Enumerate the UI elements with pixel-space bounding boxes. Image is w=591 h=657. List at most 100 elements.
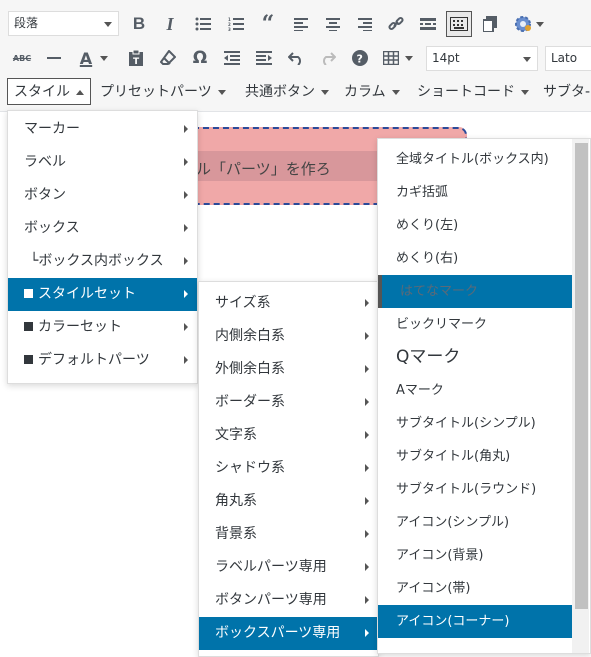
special-character-icon[interactable]: Ω [188, 46, 212, 70]
align-center-icon[interactable] [321, 12, 345, 36]
menu-item-shadow[interactable]: シャドウ系 [199, 452, 378, 485]
menu-item-label-parts[interactable]: ラベル [8, 146, 197, 179]
align-left-icon[interactable] [289, 12, 313, 36]
menu-item-button[interactable]: ボタン [8, 179, 197, 212]
menu-item-label: アイコン(帯) [396, 581, 471, 596]
chevron-down-icon [405, 55, 413, 61]
outdent-icon[interactable] [220, 46, 244, 70]
menu-item-padding[interactable]: 内側余白系 [199, 320, 378, 353]
menu-item-label: サブタイトル(シンプル) [396, 416, 536, 431]
menubar-common-buttons[interactable]: 共通ボタン [245, 79, 329, 105]
menu-item-label: アイコン(背景) [396, 548, 484, 563]
menu-item-box-only[interactable]: ボックスパーツ専用 [199, 617, 378, 650]
menu-item-subtitle-simple[interactable]: サブタイトル(シンプル) [378, 407, 572, 440]
menu-item-label: ボックスパーツ専用 [215, 625, 341, 641]
menu-item-label: ビックリマーク [396, 317, 488, 332]
menu-item-label: ラベルパーツ専用 [215, 559, 327, 575]
menu-item-mekuri-right[interactable]: めくり(右) [378, 242, 572, 275]
undo-icon[interactable] [284, 46, 308, 70]
style-menu: マーカー ラベル ボタン ボックス └ボックス内ボックス スタイルセット カラー… [7, 110, 198, 384]
menu-item-label: Qマーク [396, 347, 461, 367]
menu-item-label: めくり(左) [396, 218, 459, 233]
menu-item-box-in-box[interactable]: └ボックス内ボックス [8, 245, 197, 278]
menu-item-style-set[interactable]: スタイルセット [8, 278, 197, 311]
format-select[interactable]: 段落 [8, 11, 119, 36]
clear-formatting-icon[interactable] [156, 46, 180, 70]
menubar-shortcodes[interactable]: ショートコード [417, 79, 529, 105]
chevron-down-icon [521, 89, 529, 95]
menu-item-label: サイズ系 [215, 295, 271, 311]
table-icon[interactable] [380, 46, 416, 70]
numbered-list-icon[interactable]: 123 [224, 12, 248, 36]
menu-item-box[interactable]: ボックス [8, 212, 197, 245]
chevron-down-icon [535, 21, 544, 27]
menu-item-border[interactable]: ボーダー系 [199, 386, 378, 419]
horizontal-line-icon[interactable] [42, 46, 66, 70]
menu-item-question-mark[interactable]: はてなマーク [378, 275, 572, 308]
chevron-right-icon [365, 365, 369, 373]
strikethrough-icon[interactable]: ABC [10, 46, 34, 70]
menu-item-icon-band[interactable]: アイコン(帯) [378, 572, 572, 605]
menu-item-kagikakko[interactable]: カギ括弧 [378, 176, 572, 209]
menu-item-full-title[interactable]: 全域タイトル(ボックス内) [378, 143, 572, 176]
menu-item-icon-background[interactable]: アイコン(背景) [378, 539, 572, 572]
menubar-columns[interactable]: カラム [344, 79, 400, 105]
chevron-right-icon [184, 356, 188, 364]
font-size-select[interactable]: 14pt [426, 46, 538, 71]
chevron-right-icon [184, 257, 188, 265]
settings-gear-icon[interactable] [510, 12, 546, 36]
menu-item-mekuri-left[interactable]: めくり(左) [378, 209, 572, 242]
chevron-right-icon [184, 191, 188, 199]
chevron-right-icon [365, 332, 369, 340]
align-right-icon[interactable] [353, 12, 377, 36]
font-family-select[interactable]: Lato [545, 46, 591, 71]
link-icon[interactable] [384, 12, 408, 36]
menubar-subtitle[interactable]: サブタ- [543, 79, 590, 105]
menu-item-radius[interactable]: 角丸系 [199, 485, 378, 518]
bold-icon[interactable]: B [127, 12, 151, 36]
menu-item-label: めくり(右) [396, 251, 459, 266]
menubar-style[interactable]: スタイル [7, 78, 91, 105]
menu-item-label: デフォルトパーツ [38, 352, 150, 368]
menu-item-marker[interactable]: マーカー [8, 113, 197, 146]
chevron-right-icon [365, 497, 369, 505]
scrollbar-thumb[interactable] [575, 143, 588, 609]
menubar-preset-parts[interactable]: プリセットパーツ [100, 79, 226, 105]
menu-item-exclamation-mark[interactable]: ビックリマーク [378, 308, 572, 341]
menu-item-default-parts[interactable]: デフォルトパーツ [8, 344, 197, 377]
svg-text:T: T [133, 57, 140, 66]
chevron-right-icon [365, 464, 369, 472]
menu-item-color-set[interactable]: カラーセット [8, 311, 197, 344]
menu-item-margin[interactable]: 外側余白系 [199, 353, 378, 386]
bulleted-list-icon[interactable] [191, 12, 215, 36]
menu-item-label: 内側余白系 [215, 328, 285, 344]
redo-icon[interactable] [316, 46, 340, 70]
menu-item-label-only[interactable]: ラベルパーツ専用 [199, 551, 378, 584]
menu-item-subtitle-round[interactable]: サブタイトル(ラウンド) [378, 473, 572, 506]
italic-icon[interactable]: I [158, 12, 182, 36]
menu-item-a-mark[interactable]: Aマーク [378, 374, 572, 407]
paste-text-icon[interactable]: T [124, 46, 148, 70]
svg-text:?: ? [357, 53, 363, 66]
menu-item-q-mark[interactable]: Qマーク [378, 341, 572, 374]
help-icon[interactable]: ? [348, 46, 372, 70]
chevron-up-icon [76, 89, 84, 95]
chevron-right-icon [365, 431, 369, 439]
menu-item-size[interactable]: サイズ系 [199, 287, 378, 320]
menu-item-icon-corner[interactable]: アイコン(コーナー) [378, 605, 572, 638]
menu-item-button-only[interactable]: ボタンパーツ専用 [199, 584, 378, 617]
menu-item-background[interactable]: 背景系 [199, 518, 378, 551]
chevron-right-icon [365, 530, 369, 538]
paste-icon[interactable] [478, 12, 502, 36]
indent-icon[interactable] [252, 46, 276, 70]
menu-item-icon-simple[interactable]: アイコン(シンプル) [378, 506, 572, 539]
menu-item-label: ボタン [24, 187, 66, 203]
text-color-icon[interactable]: A [74, 46, 114, 70]
menu-item-label: カラーセット [38, 319, 122, 335]
menu-item-subtitle-rounded[interactable]: サブタイトル(角丸) [378, 440, 572, 473]
menu-item-text[interactable]: 文字系 [199, 419, 378, 452]
toolbar-toggle-icon[interactable] [446, 11, 472, 37]
menu-item-label: マーカー [24, 121, 80, 137]
read-more-icon[interactable] [416, 12, 440, 36]
blockquote-icon[interactable]: “ [256, 11, 280, 37]
